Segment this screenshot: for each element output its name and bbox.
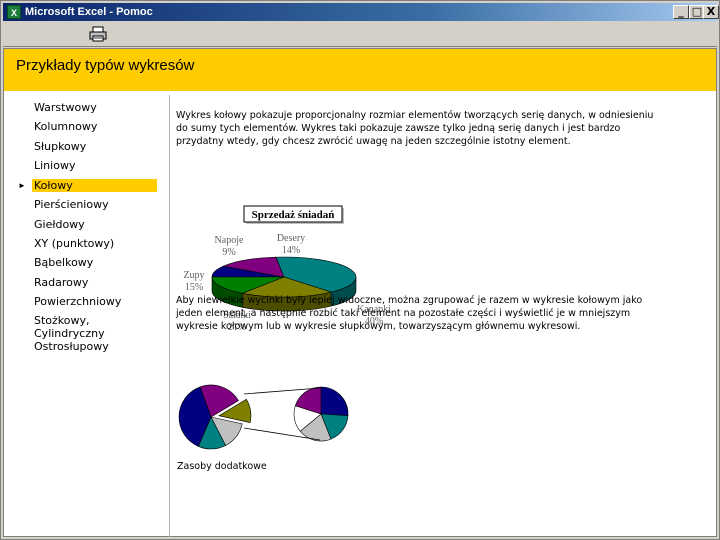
description-line: Aby niewielkie wycinki były lepiej widoc… <box>176 295 643 306</box>
nav-item-xy-punktowy[interactable]: XY (punktowy) <box>34 237 114 250</box>
slice-pct-desery: 14% <box>282 245 300 256</box>
slice-pct-napoje: 9% <box>222 247 235 258</box>
description-line: wykresie kołowym lub w wykresie słupkowy… <box>176 321 581 332</box>
window-title: Microsoft Excel - Pomoc <box>25 6 153 18</box>
nav-item-cylindryczny[interactable]: Cylindryczny <box>34 327 105 340</box>
pie-of-pie-chart <box>178 384 349 450</box>
pie-slice-0 <box>320 386 349 417</box>
nav-item-gieldowy[interactable]: Giełdowy <box>34 218 85 231</box>
slice-pct-zupy: 15% <box>185 282 203 293</box>
grouping-description: Aby niewielkie wycinki były lepiej widoc… <box>176 294 706 333</box>
close-button[interactable]: X <box>703 5 719 19</box>
nav-item-radarowy[interactable]: Radarowy <box>34 276 88 289</box>
nav-item-slupkowy[interactable]: Słupkowy <box>34 140 86 153</box>
help-window: X Microsoft Excel - Pomoc _ □ X Przykład… <box>0 0 720 540</box>
chart-title: Sprzedaż śniadań <box>252 209 335 221</box>
nav-item-warstwowy[interactable]: Warstwowy <box>34 101 97 114</box>
additional-resources-link[interactable]: Zasoby dodatkowe <box>177 461 267 472</box>
nav-item-ostroslupowy[interactable]: Ostrosłupowy <box>34 340 109 353</box>
slice-label-desery: Desery <box>277 233 305 244</box>
nav-item-stozkowy[interactable]: Stożkowy, <box>34 314 90 327</box>
slice-label-zupy: Zupy <box>183 270 204 281</box>
description-line: przydatny wtedy, gdy chcesz zwrócić uwag… <box>176 136 571 147</box>
description-line: jeden element, a następnie rozbić taki e… <box>176 308 631 319</box>
page-title: Przykłady typów wykresów <box>16 57 195 74</box>
printer-icon[interactable] <box>89 26 107 42</box>
header-band: Przykłady typów wykresów <box>4 49 716 91</box>
title-bar: X Microsoft Excel - Pomoc _ □ X <box>3 3 719 21</box>
nav-item-powierzchniowy[interactable]: Powierzchniowy <box>34 295 121 308</box>
excel-app-icon[interactable]: X <box>7 5 21 19</box>
main-pie <box>178 384 252 450</box>
description-line: Wykres kołowy pokazuje proporcjonalny ro… <box>176 110 654 121</box>
current-item-arrow-icon: ► <box>18 181 26 190</box>
chart-type-nav: Warstwowy Kolumnowy Słupkowy Liniowy ► K… <box>4 95 170 537</box>
pie-description: Wykres kołowy pokazuje proporcjonalny ro… <box>176 109 706 148</box>
nav-item-liniowy[interactable]: Liniowy <box>34 159 75 172</box>
slice-label-napoje: Napoje <box>215 235 244 246</box>
minimize-button[interactable]: _ <box>673 5 689 19</box>
toolbar <box>3 22 717 47</box>
detail-pie <box>293 386 349 442</box>
nav-item-pierscieniowy[interactable]: Pierścieniowy <box>34 198 109 211</box>
description-line: do sumy tych elementów. Wykres taki poka… <box>176 123 621 134</box>
nav-item-kolowy[interactable]: Kołowy <box>32 179 157 192</box>
nav-item-kolumnowy[interactable]: Kolumnowy <box>34 120 97 133</box>
help-content: Przykłady typów wykresów Warstwowy Kolum… <box>3 48 717 537</box>
nav-item-babelkowy[interactable]: Bąbelkowy <box>34 256 93 269</box>
